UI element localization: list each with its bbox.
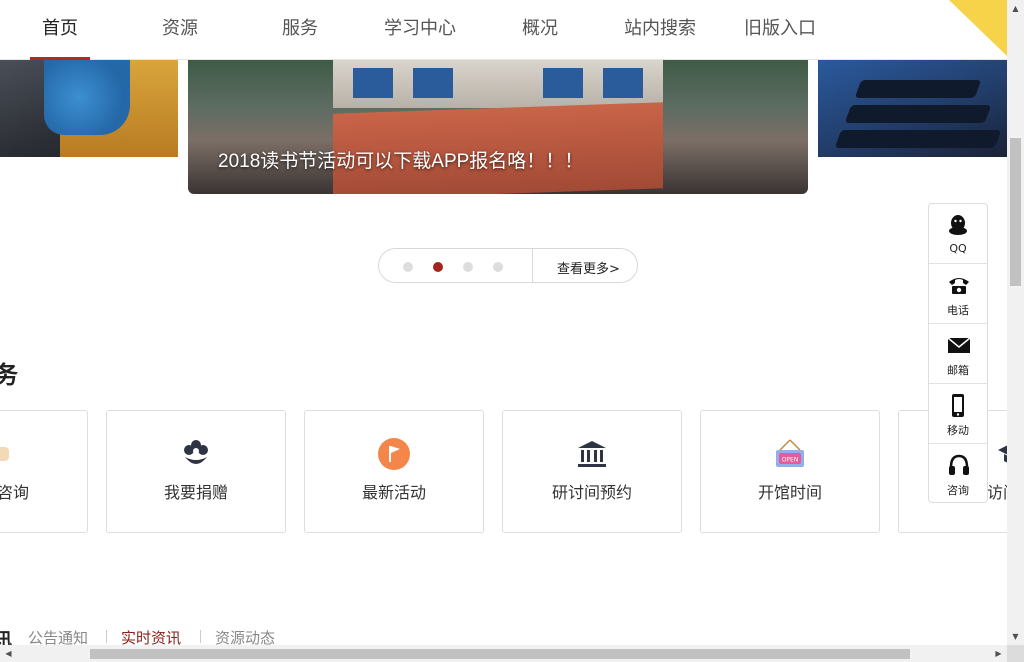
nav-item-services[interactable]: 服务 [270,0,330,60]
service-card-label: 我要捐赠 [163,483,228,502]
open-sign-icon: OPEN [773,437,807,471]
service-card-latest-events[interactable]: 最新活动 [304,410,484,533]
carousel-dot-2[interactable] [433,262,443,272]
carousel-pager: 查看更多> [378,248,638,283]
top-nav: 首页 资源 服务 学习中心 概况 站内搜索 旧版入口 [0,0,1007,60]
carousel-dot-4[interactable] [493,262,503,272]
carousel-slide-next[interactable] [818,60,1008,157]
corner-ribbon[interactable] [949,0,1007,56]
vertical-scroll-thumb[interactable] [1010,138,1021,286]
floating-contact-bar: QQ 电话 邮箱 移动 咨询 [928,203,988,503]
flower-icon [179,437,213,471]
qq-icon [948,214,968,236]
nav-item-resources[interactable]: 资源 [150,0,210,60]
news-tab-divider [200,630,201,643]
vertical-scrollbar[interactable]: ▲ ▼ [1007,0,1024,645]
scroll-up-arrow-icon[interactable]: ▲ [1007,0,1024,17]
float-item-mail[interactable]: 邮箱 [929,324,987,384]
service-card-consult[interactable]: 咨询 [0,410,88,533]
scroll-down-arrow-icon[interactable]: ▼ [1007,628,1024,645]
horizontal-scrollbar[interactable]: ◀ ▶ [0,645,1007,662]
page: 首页 资源 服务 学习中心 概况 站内搜索 旧版入口 2018读书节活动可以下载… [0,0,1024,662]
service-card-label: 开馆时间 [757,483,822,502]
float-item-label: 移动 [947,424,969,437]
pager-divider [532,249,533,282]
scroll-left-arrow-icon[interactable]: ◀ [0,645,17,662]
mail-icon [947,334,971,356]
float-item-label: 咨询 [947,484,969,497]
float-item-mobile[interactable]: 移动 [929,384,987,444]
library-building-image [333,60,663,108]
service-card-opening-hours[interactable]: OPEN 开馆时间 [700,410,880,533]
float-item-label: 邮箱 [947,364,969,377]
news-tab-divider [106,630,107,643]
service-card-donate[interactable]: 我要捐赠 [106,410,286,533]
flag-icon [377,437,411,471]
phone-icon [948,274,969,296]
carousel-dot-1[interactable] [403,262,413,272]
nav-item-learning-center[interactable]: 学习中心 [380,0,460,60]
svg-text:OPEN: OPEN [782,457,799,464]
nav-item-site-search[interactable]: 站内搜索 [620,0,700,60]
float-item-qq[interactable]: QQ [929,204,987,264]
carousel-slide-prev[interactable] [0,60,178,157]
mobile-icon [948,394,968,417]
service-card-label: 最新活动 [361,483,426,502]
headset-icon [948,454,969,476]
float-item-consult[interactable]: 咨询 [929,444,987,504]
horizontal-scroll-thumb[interactable] [90,649,910,659]
service-card-room-booking[interactable]: 研讨间预约 [502,410,682,533]
carousel-dot-3[interactable] [463,262,473,272]
services-section-title: 务 [0,361,18,389]
nav-item-overview[interactable]: 概况 [510,0,570,60]
nav-item-old-version[interactable]: 旧版入口 [740,0,820,60]
scroll-right-arrow-icon[interactable]: ▶ [990,645,1007,662]
scrollbar-corner [1007,645,1024,662]
nav-item-home[interactable]: 首页 [30,0,90,60]
carousel-caption[interactable]: 2018读书节活动可以下载APP报名咯！！！ [218,146,583,173]
service-card-label: 咨询 [0,483,29,502]
chat-bubble-icon [0,437,13,471]
carousel-slide-current[interactable]: 2018读书节活动可以下载APP报名咯！！！ [188,60,808,194]
building-icon [575,437,609,471]
view-more-link[interactable]: 查看更多> [557,258,620,277]
service-card-label: 研讨间预约 [551,483,632,502]
float-item-label: 电话 [947,304,969,317]
float-item-phone[interactable]: 电话 [929,264,987,324]
float-item-label: QQ [949,242,967,255]
slide-person-image [44,60,130,135]
